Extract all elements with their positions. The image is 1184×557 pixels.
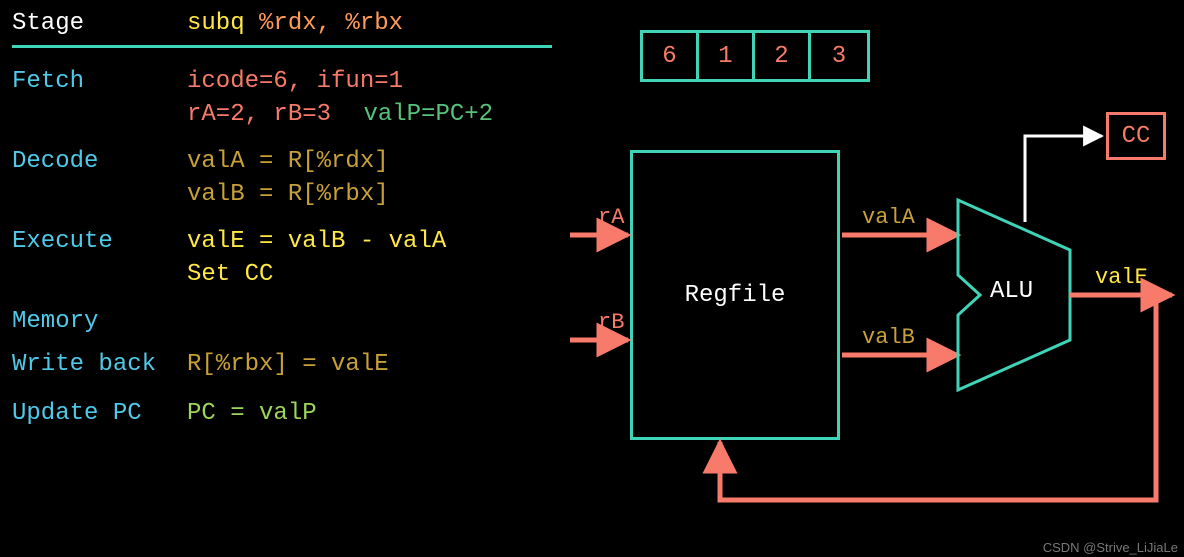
signal-valA: valA <box>862 205 915 230</box>
updatepc-expr: PC = valP <box>187 400 552 427</box>
stage-header: Stage <box>12 10 187 37</box>
byte-cell: 1 <box>699 33 755 79</box>
execute-setcc: Set CC <box>187 261 552 288</box>
decode-valb: valB = R[%rbx] <box>187 181 552 208</box>
instruction-stages-table: Stage subq %rdx, %rbx Fetch icode=6, ifu… <box>12 10 552 447</box>
writeback-row: Write back R[%rbx] = valE <box>12 351 552 384</box>
instruction-header: subq %rdx, %rbx <box>187 10 552 37</box>
writeback-label: Write back <box>12 351 187 378</box>
updatepc-row: Update PC PC = valP <box>12 400 552 433</box>
signal-rA: rA <box>598 205 624 230</box>
execute-label: Execute <box>12 228 187 255</box>
fetch-row: Fetch icode=6, ifun=1 rA=2, rB=3 valP=PC… <box>12 68 552 134</box>
cc-box: CC <box>1106 112 1166 160</box>
fetch-ra-rb: rA=2, rB=3 <box>187 101 331 128</box>
instruction-operands: %rdx, %rbx <box>259 10 403 37</box>
decode-label: Decode <box>12 148 187 175</box>
table-header: Stage subq %rdx, %rbx <box>12 10 552 48</box>
fetch-icode-ifun: icode=6, ifun=1 <box>187 68 552 95</box>
fetch-registers-line: rA=2, rB=3 valP=PC+2 <box>187 101 552 128</box>
instruction-mnemonic: subq <box>187 10 259 37</box>
datapath-diagram: 6 1 2 3 CC Regfile ALU rA rB valA valB v… <box>570 0 1184 557</box>
regfile-label: Regfile <box>685 282 786 309</box>
memory-label: Memory <box>12 308 187 335</box>
signal-valB: valB <box>862 325 915 350</box>
byte-cell: 6 <box>643 33 699 79</box>
updatepc-label: Update PC <box>12 400 187 427</box>
signal-valE: valE <box>1095 265 1148 290</box>
decode-row: Decode valA = R[%rdx] valB = R[%rbx] <box>12 148 552 214</box>
regfile-box: Regfile <box>630 150 840 440</box>
byte-cell: 2 <box>755 33 811 79</box>
signal-rB: rB <box>598 310 624 335</box>
writeback-expr: R[%rbx] = valE <box>187 351 552 378</box>
cc-label: CC <box>1122 123 1151 150</box>
watermark: CSDN @Strive_LiJiaLe <box>1043 540 1178 555</box>
execute-vale: valE = valB - valA <box>187 228 552 255</box>
memory-row: Memory <box>12 308 552 335</box>
fetch-label: Fetch <box>12 68 187 95</box>
instruction-bytes: 6 1 2 3 <box>640 30 870 82</box>
decode-vala: valA = R[%rdx] <box>187 148 552 175</box>
fetch-valp: valP=PC+2 <box>363 101 493 128</box>
arrow-to-cc <box>1025 136 1102 222</box>
byte-cell: 3 <box>811 33 867 79</box>
alu-label: ALU <box>990 278 1033 305</box>
execute-row: Execute valE = valB - valA Set CC <box>12 228 552 294</box>
